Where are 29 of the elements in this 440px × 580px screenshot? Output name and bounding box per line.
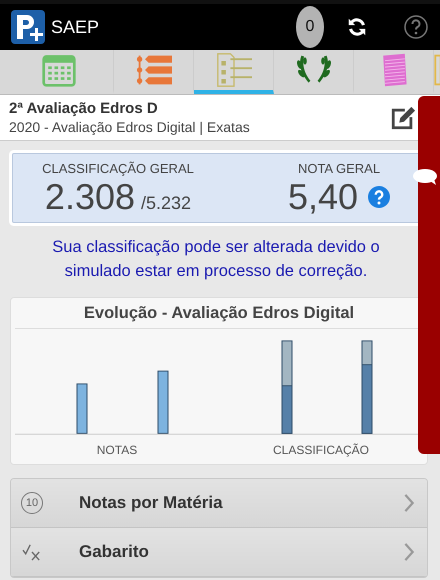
menu-label: Notas por Matéria <box>79 493 224 513</box>
tab-icon <box>434 52 440 88</box>
chart-bar <box>158 370 168 434</box>
exam-title: 2ª Avaliação Edros D <box>9 100 159 117</box>
speech-bubble-icon[interactable] <box>412 168 438 186</box>
score-badge: 10 <box>21 492 43 514</box>
category-label: NOTAS <box>96 443 138 457</box>
help-icon[interactable] <box>368 186 390 208</box>
logo-icon <box>11 10 45 44</box>
edit-icon[interactable] <box>390 104 416 130</box>
menu-item[interactable]: 10 Notas por Matéria <box>11 479 427 528</box>
menu-label: Gabarito <box>79 542 150 562</box>
menu-item[interactable]: Gabarito <box>11 528 427 577</box>
notice-text: Sua classificação pode ser alterada devido o simulado estar em processo de correção. <box>51 237 381 282</box>
chevron-icon <box>403 542 415 562</box>
chevron-icon <box>403 493 415 513</box>
rank-total: /5.232 <box>141 193 192 214</box>
app-title: SAEP <box>51 16 100 38</box>
refresh-icon[interactable] <box>346 16 368 38</box>
counter-badge[interactable]: 0 <box>296 6 324 48</box>
grade-label: NOTA GERAL <box>298 161 380 176</box>
rank-value: 2.308 <box>44 176 136 218</box>
grade-value: 5,40 <box>288 176 358 218</box>
rank-label: CLASSIFICAÇÃO GERAL <box>42 161 194 176</box>
exam-subtitle: 2020 - Avaliação Edros Digital | Exatas <box>9 119 251 135</box>
category-label: CLASSIFICAÇÃO <box>272 443 370 457</box>
chart-bar <box>76 383 88 434</box>
side-tab[interactable] <box>418 96 440 454</box>
help-icon[interactable] <box>404 15 428 39</box>
